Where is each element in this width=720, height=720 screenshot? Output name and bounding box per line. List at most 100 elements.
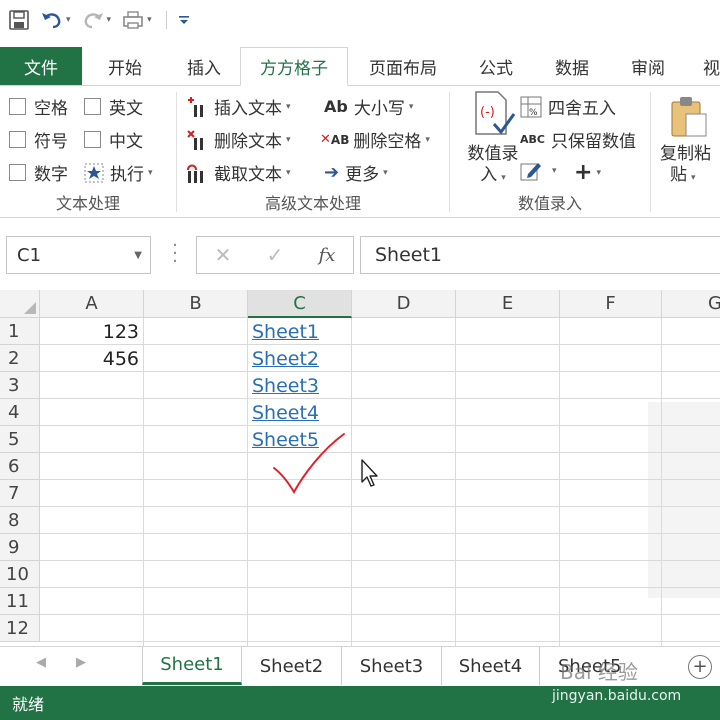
execute-button[interactable]: 执行 ▾ [84,160,153,185]
tab-fangfanggezi[interactable]: 方方格子 [240,47,348,86]
chevron-down-icon: ▾ [286,134,291,145]
row-header[interactable]: 1 [0,318,40,345]
chevron-down-icon: ▾ [552,166,557,176]
sheet-tab-3[interactable]: Sheet3 [342,647,442,685]
checkbox-box [9,164,26,181]
group-label: 数值录入 [517,194,582,213]
checkbox-english[interactable]: 英文 [84,94,143,119]
tab-insert[interactable]: 插入 [168,47,240,85]
delete-space-icon-text: AB [330,132,350,147]
copy-paste-label-2-text: 贴 [670,165,687,185]
tab-review[interactable]: 审阅 [610,47,686,85]
more-vertical-icon[interactable]: · · · [170,237,180,271]
chevron-down-icon: ▾ [66,15,71,25]
delete-space-button[interactable]: ✕ AB 删除空格 ▾ [320,127,430,152]
row-header[interactable]: 11 [0,588,40,615]
row-header[interactable]: 7 [0,480,40,507]
checkbox-label: 空格 [34,99,68,119]
checkbox-box [84,131,101,148]
sheet-nav-prev-icon[interactable]: ◀ [36,655,46,670]
group-divider [650,92,651,212]
column-header-e[interactable]: E [456,290,560,318]
checkbox-symbol[interactable]: 符号 [9,127,68,152]
edit-dropdown-button[interactable]: ▾ [520,160,557,182]
gridline [40,452,720,453]
sheet-tab-1[interactable]: Sheet1 [142,647,242,685]
number-entry-group: (-) 数值录 入 ▾ % 四舍五入 ABC 只保留数值 ▾ + ▾ 数值录入 [450,86,650,218]
plus-dropdown-button[interactable]: + ▾ [574,160,601,185]
row-header[interactable]: 9 [0,534,40,561]
cell-c4-hyperlink[interactable]: Sheet4 [248,399,351,426]
chevron-down-icon: ▾ [106,15,112,25]
copy-paste-button[interactable]: 复制粘 贴 ▾ [660,94,720,188]
customize-toolbar-button[interactable] [177,6,191,34]
number-entry-button[interactable]: (-) 数值录 入 ▾ [458,90,528,188]
cell-a1[interactable]: 123 [41,318,143,345]
round-button[interactable]: % 四舍五入 [520,94,616,119]
insert-text-button[interactable]: 插入文本 ▾ [186,94,291,119]
delete-text-button[interactable]: 删除文本 ▾ [186,127,291,152]
gridline [40,398,720,399]
row-header[interactable]: 2 [0,345,40,372]
sheet-tab-4[interactable]: Sheet4 [442,647,540,685]
name-box[interactable]: C1 ▼ [6,236,151,274]
sheet-tab-2[interactable]: Sheet2 [242,647,342,685]
row-header[interactable]: 10 [0,561,40,588]
svg-text:%: % [529,108,538,118]
tab-page-layout[interactable]: 页面布局 [348,47,458,85]
chevron-down-icon: ▾ [408,101,414,112]
column-header-a[interactable]: A [40,290,144,318]
number-entry-icon: (-) [470,90,516,143]
tab-file[interactable]: 文件 [0,47,82,85]
row-header[interactable]: 3 [0,372,40,399]
cell-a2[interactable]: 456 [41,345,143,372]
row-header[interactable]: 12 [0,615,40,642]
column-header-b[interactable]: B [144,290,248,318]
checkbox-number[interactable]: 数字 [9,160,68,185]
checkbox-label: 英文 [109,99,143,119]
print-preview-button[interactable]: ▾ [121,6,152,34]
row-header[interactable]: 6 [0,453,40,480]
text-processing-group: 空格 英文 符号 中文 数字 执行 ▾ 文本处理 [0,86,176,218]
cell-c2-hyperlink[interactable]: Sheet2 [248,345,351,372]
column-header-c[interactable]: C [248,290,352,318]
column-header-d[interactable]: D [352,290,456,318]
checkbox-chinese[interactable]: 中文 [84,127,143,152]
formula-bar: C1 ▼ · · · ✕ ✓ fx Sheet1 [0,226,720,284]
cancel-button[interactable]: ✕ [197,243,249,267]
excel-window: ▾ ▾ ▾ 文件 开始 插入 方方格子 页面布局 公式 数据 审阅 视 空格 英… [0,0,720,720]
more-button[interactable]: ➔ 更多 ▾ [324,160,388,185]
watermark-logo: Bai 经验 [560,660,638,684]
case-button[interactable]: Ab 大小写 ▾ [324,94,413,119]
svg-text:(-): (-) [480,105,495,120]
cell-c1-hyperlink[interactable]: Sheet1 [248,318,351,345]
worksheet-grid[interactable]: A B C D E F G 1 2 3 4 5 6 7 8 9 10 11 12 [0,290,720,646]
tab-formulas[interactable]: 公式 [458,47,534,85]
save-button[interactable] [8,6,30,34]
enter-button[interactable]: ✓ [249,243,301,267]
star-icon [84,163,104,183]
keep-number-button[interactable]: ABC 只保留数值 [520,127,636,152]
add-sheet-button[interactable]: + [688,655,712,679]
column-header-f[interactable]: F [560,290,662,318]
tab-data[interactable]: 数据 [534,47,610,85]
checkbox-label: 符号 [34,132,68,152]
row-header[interactable]: 4 [0,399,40,426]
insert-function-button[interactable]: fx [301,245,353,266]
column-header-g[interactable]: G [662,290,720,318]
select-all-button[interactable] [0,290,40,318]
checkbox-space[interactable]: 空格 [9,94,68,119]
keep-number-label: 只保留数值 [550,132,636,152]
row-header[interactable]: 8 [0,507,40,534]
cell-c3-hyperlink[interactable]: Sheet3 [248,372,351,399]
sheet-nav-next-icon[interactable]: ▶ [76,655,86,670]
formula-input[interactable]: Sheet1 [360,236,720,274]
undo-button[interactable]: ▾ [40,6,71,34]
extract-text-button[interactable]: 截取文本 ▾ [186,160,291,185]
tab-view[interactable]: 视 [686,47,720,85]
row-header[interactable]: 5 [0,426,40,453]
checkbox-label: 数字 [34,165,68,185]
tab-home[interactable]: 开始 [82,47,168,85]
number-entry-label-2: 入 ▾ [480,165,506,188]
redo-button[interactable]: ▾ [81,6,112,34]
